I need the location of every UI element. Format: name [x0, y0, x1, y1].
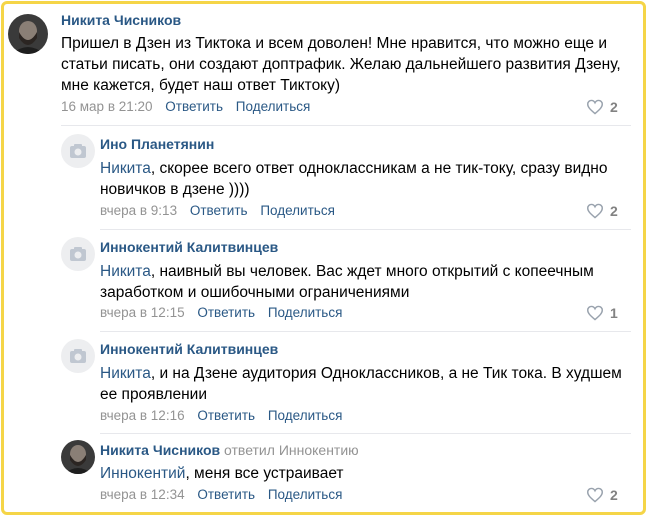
comment-author[interactable]: Никита Чисников [61, 12, 181, 28]
comment-text-body: , наивный вы человек. Вас ждет много отк… [100, 263, 594, 301]
divider [100, 331, 631, 332]
avatar[interactable] [61, 134, 95, 168]
like-count: 2 [610, 99, 618, 115]
comment-author[interactable]: Ино Планетянин [100, 136, 214, 152]
comment-text: Пришел в Дзен из Тиктока и всем доволен!… [61, 35, 621, 94]
comment-text: Никита, скорее всего ответ одноклассника… [100, 158, 630, 200]
camera-icon [70, 144, 86, 158]
reply-button[interactable]: Ответить [197, 305, 255, 320]
reply-button[interactable]: Ответить [190, 203, 248, 218]
like-count: 2 [610, 203, 618, 219]
mention-link[interactable]: Иннокентий [100, 465, 185, 482]
author-link[interactable]: Никита Чисников [100, 442, 220, 458]
reply-button[interactable]: Ответить [197, 487, 255, 502]
camera-icon [70, 349, 86, 363]
comment-author[interactable]: Иннокентий Калитвинцев [100, 239, 278, 255]
comment-meta: вчера в 12:34 Ответить Поделиться [100, 487, 342, 502]
comment-meta: вчера в 9:13 Ответить Поделиться [100, 203, 335, 218]
mention-link[interactable]: Никита [100, 160, 151, 177]
heart-icon [586, 305, 604, 321]
like-button[interactable]: 2 [586, 203, 618, 219]
avatar[interactable] [61, 440, 95, 474]
comment-date[interactable]: вчера в 12:16 [100, 408, 185, 423]
comments-panel: Никита Чисников Пришел в Дзен из Тиктока… [1, 1, 646, 515]
comment-text-body: , скорее всего ответ одноклассникам а не… [100, 160, 608, 198]
comment-text: Никита, и на Дзене аудитория Одноклассни… [100, 363, 630, 405]
comment-date[interactable]: вчера в 12:34 [100, 487, 185, 502]
avatar[interactable] [61, 339, 95, 373]
replied-to[interactable]: ответил Иннокентию [224, 442, 359, 458]
heart-icon [586, 99, 604, 115]
comment-meta: вчера в 12:16 Ответить Поделиться [100, 408, 342, 423]
comment-date[interactable]: вчера в 12:15 [100, 305, 185, 320]
share-button[interactable]: Поделиться [260, 203, 335, 218]
like-count: 1 [610, 305, 618, 321]
heart-icon [586, 203, 604, 219]
divider [100, 433, 631, 434]
avatar[interactable] [61, 237, 95, 271]
heart-icon [586, 487, 604, 503]
mention-link[interactable]: Никита [100, 263, 151, 280]
user-photo [8, 14, 48, 54]
user-photo [61, 440, 95, 474]
reply-button[interactable]: Ответить [165, 99, 223, 114]
like-count: 2 [610, 487, 618, 503]
mention-link[interactable]: Никита [100, 365, 151, 382]
comment-text: Никита, наивный вы человек. Вас ждет мно… [100, 261, 630, 303]
comment-text-body: , и на Дзене аудитория Одноклассников, а… [100, 365, 622, 403]
camera-icon [70, 247, 86, 261]
like-button[interactable]: 1 [586, 305, 618, 321]
comment-text: Иннокентий, меня все устраивает [100, 463, 630, 484]
like-button[interactable]: 2 [586, 99, 618, 115]
share-button[interactable]: Поделиться [268, 305, 343, 320]
divider [61, 125, 631, 126]
comment-text-body: , меня все устраивает [185, 465, 344, 482]
comment-date[interactable]: вчера в 9:13 [100, 203, 177, 218]
reply-button[interactable]: Ответить [197, 408, 255, 423]
comment-date[interactable]: 16 мар в 21:20 [61, 99, 153, 114]
share-button[interactable]: Поделиться [236, 99, 311, 114]
divider [100, 229, 631, 230]
share-button[interactable]: Поделиться [268, 487, 343, 502]
comment-meta: 16 мар в 21:20 Ответить Поделиться [61, 99, 310, 114]
comment-meta: вчера в 12:15 Ответить Поделиться [100, 305, 342, 320]
avatar[interactable] [8, 14, 48, 54]
share-button[interactable]: Поделиться [268, 408, 343, 423]
comment-author[interactable]: Иннокентий Калитвинцев [100, 341, 278, 357]
comment-author: Никита Чисников ответил Иннокентию [100, 442, 359, 458]
like-button[interactable]: 2 [586, 487, 618, 503]
